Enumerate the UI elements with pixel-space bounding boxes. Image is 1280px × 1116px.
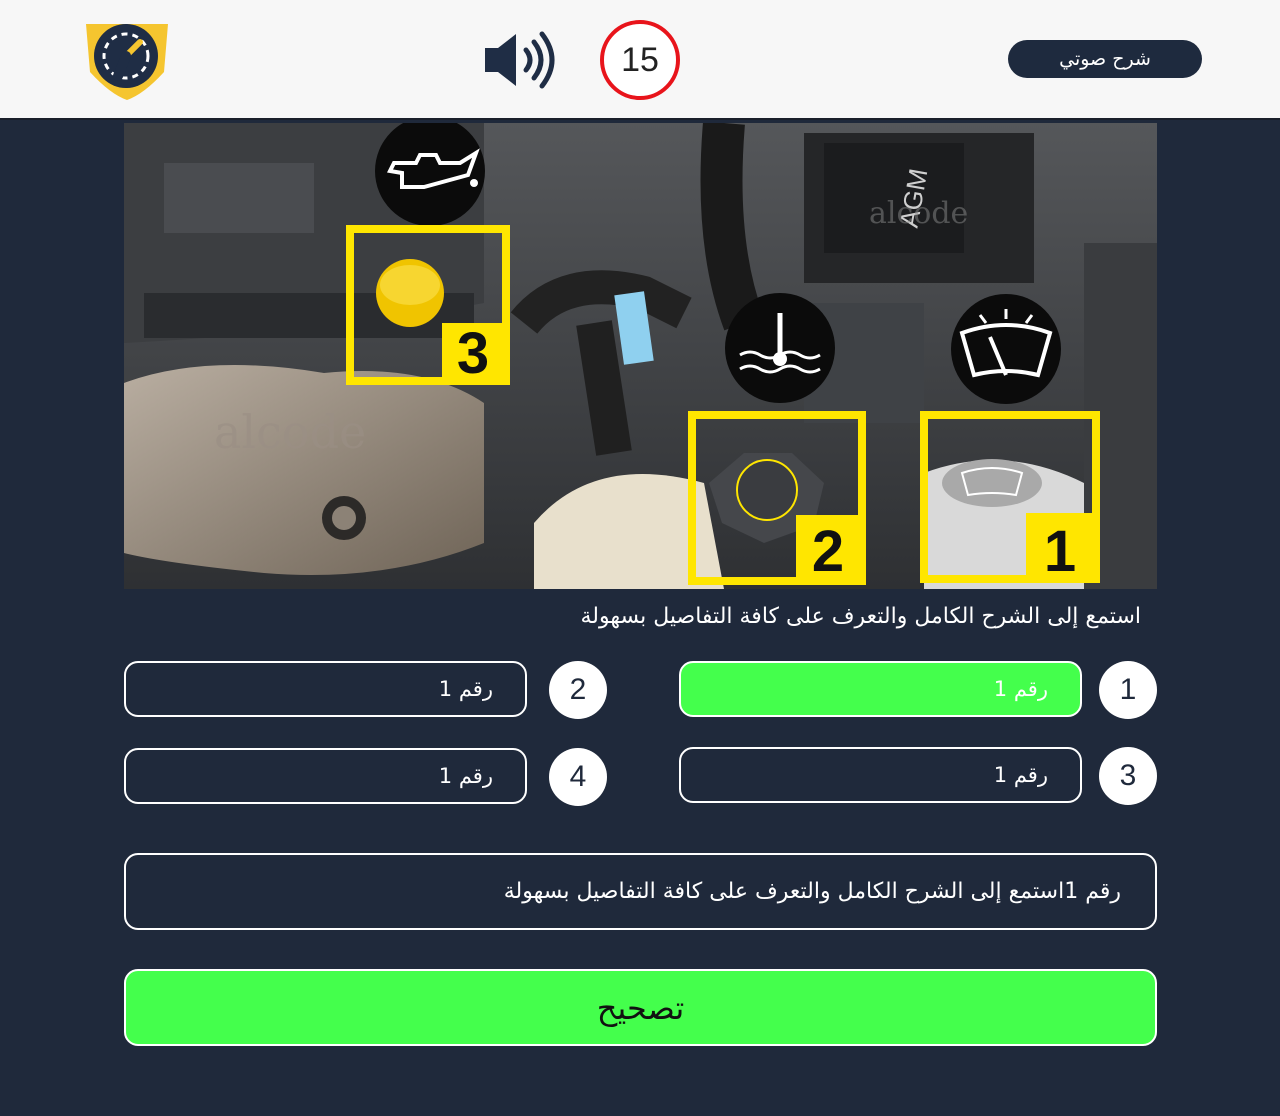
callout-label-2: 2 xyxy=(812,519,844,584)
option-field-2[interactable]: رقم 1 xyxy=(124,661,527,717)
option-number-1[interactable]: 1 xyxy=(1099,661,1157,719)
engine-bay-illustration: AGM alcode alcode 3 2 1 xyxy=(124,123,1157,589)
audio-explanation-button[interactable]: شرح صوتي xyxy=(1008,40,1202,78)
watermark-right: alcode xyxy=(869,196,968,231)
top-bar: 15 شرح صوتي xyxy=(0,0,1280,120)
option-field-4[interactable]: رقم 1 xyxy=(124,748,527,804)
callout-label-1: 1 xyxy=(1044,519,1076,584)
option-number-4[interactable]: 4 xyxy=(549,748,607,806)
question-prompt: استمع إلى الشرح الكامل والتعرف على كافة … xyxy=(580,604,1142,629)
option-field-1[interactable]: رقم 1 xyxy=(679,661,1082,717)
option-number-3[interactable]: 3 xyxy=(1099,747,1157,805)
countdown-timer: 15 xyxy=(600,20,680,100)
coolant-temperature-icon xyxy=(725,293,835,403)
callout-label-3: 3 xyxy=(457,321,489,386)
windshield-washer-icon xyxy=(951,294,1061,404)
engine-bay-image: AGM alcode alcode 3 2 1 xyxy=(124,123,1157,589)
watermark-left: alcode xyxy=(214,405,366,459)
option-field-3[interactable]: رقم 1 xyxy=(679,747,1082,803)
speaker-volume-icon[interactable] xyxy=(482,30,562,90)
timer-value: 15 xyxy=(621,40,659,79)
answer-text-box: رقم 1استمع إلى الشرح الكامل والتعرف على … xyxy=(124,853,1157,930)
option-number-2[interactable]: 2 xyxy=(549,661,607,719)
speedometer-shield-icon[interactable] xyxy=(84,20,170,102)
check-answer-button[interactable]: تصحيح xyxy=(124,969,1157,1046)
